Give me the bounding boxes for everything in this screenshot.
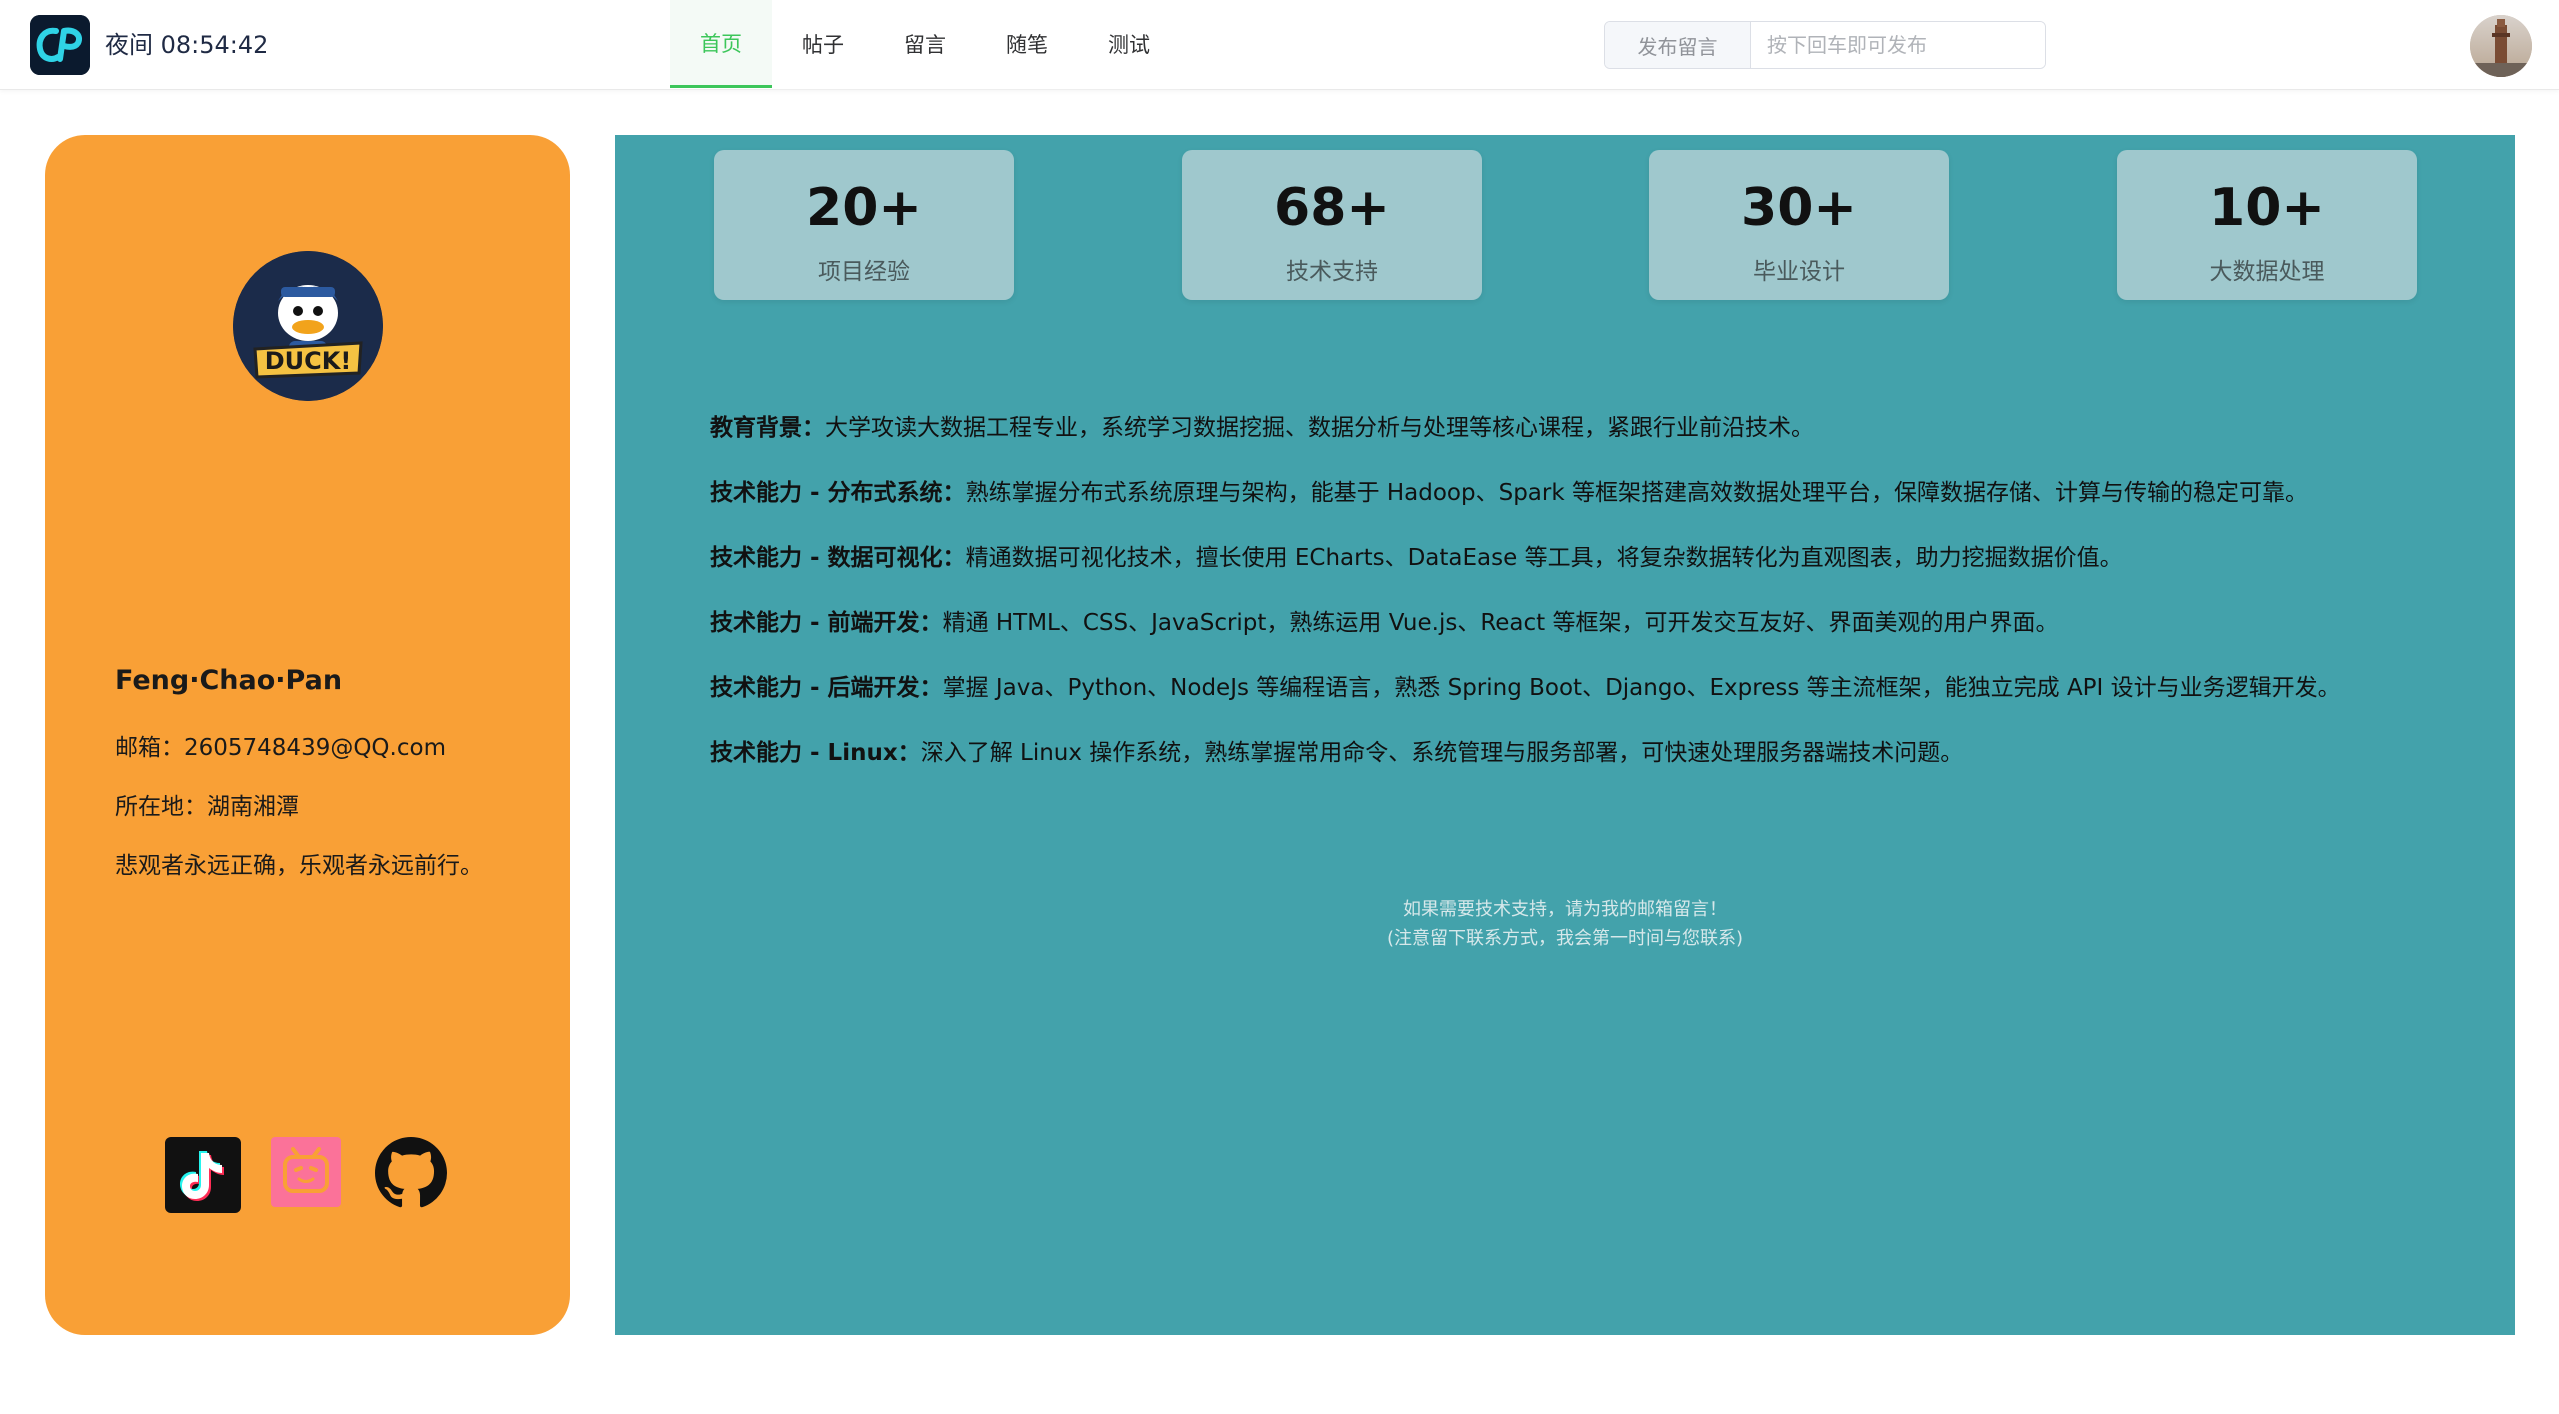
paragraph-frontend: 技术能力 - 前端开发：精通 HTML、CSS、JavaScript，熟练运用 …	[710, 607, 2490, 639]
donald-duck-avatar-icon: DUCK!	[233, 251, 383, 401]
nav-item-home[interactable]: 首页	[670, 0, 772, 88]
paragraph-text: 精通数据可视化技术，擅长使用 ECharts、DataEase 等工具，将复杂数…	[965, 545, 2123, 571]
paragraph-text: 熟练掌握分布式系统原理与架构，能基于 Hadoop、Spark 等框架搭建高效数…	[965, 480, 2308, 506]
stat-value: 68+	[1274, 178, 1390, 238]
paragraph-title: 技术能力 - 分布式系统：	[710, 480, 966, 506]
stat-value: 30+	[1741, 178, 1857, 238]
nav-item-test[interactable]: 测试	[1078, 0, 1180, 88]
tiktok-link[interactable]	[165, 1137, 241, 1213]
profile-location: 所在地：湖南湘潭	[115, 794, 299, 820]
github-link[interactable]	[375, 1137, 447, 1209]
bilibili-link[interactable]	[271, 1137, 341, 1207]
stat-card-support: 68+ 技术支持	[1182, 150, 1482, 300]
profile-email: 邮箱：2605748439@QQ.com	[115, 735, 446, 761]
stat-value: 10+	[2209, 178, 2325, 238]
top-header: 夜间 08:54:42 首页 帖子 留言 随笔 测试 发布留言	[0, 0, 2559, 90]
paragraph-title: 技术能力 - 后端开发：	[710, 675, 943, 701]
post-message-group: 发布留言	[1604, 21, 2046, 69]
info-panel: 20+ 项目经验 68+ 技术支持 30+ 毕业设计 10+ 大数据处理 教育背…	[615, 135, 2515, 1335]
paragraph-backend: 技术能力 - 后端开发：掌握 Java、Python、NodeJs 等编程语言，…	[710, 672, 2490, 704]
paragraph-visualization: 技术能力 - 数据可视化：精通数据可视化技术，擅长使用 ECharts、Data…	[710, 542, 2490, 574]
logo-icon[interactable]	[30, 15, 90, 75]
paragraph-text: 掌握 Java、Python、NodeJs 等编程语言，熟悉 Spring Bo…	[942, 675, 2341, 701]
stat-label: 大数据处理	[2209, 259, 2325, 285]
stat-label: 毕业设计	[1753, 259, 1845, 285]
tiktok-icon	[165, 1137, 241, 1213]
post-message-label: 发布留言	[1605, 22, 1751, 68]
paragraph-linux: 技术能力 - Linux：深入了解 Linux 操作系统，熟练掌握常用命令、系统…	[710, 737, 2490, 769]
profile-motto: 悲观者永远正确，乐观者永远前行。	[115, 853, 483, 879]
profile-name: Feng·Chao·Pan	[115, 665, 343, 696]
paragraph-title: 技术能力 - 前端开发：	[710, 610, 943, 636]
paragraph-title: 技术能力 - 数据可视化：	[710, 545, 966, 571]
post-message-input[interactable]	[1751, 22, 2045, 68]
duck-avatar-icon: DUCK!	[233, 251, 383, 401]
svg-text:DUCK!: DUCK!	[265, 347, 352, 375]
paragraph-distributed: 技术能力 - 分布式系统：熟练掌握分布式系统原理与架构，能基于 Hadoop、S…	[710, 477, 2490, 509]
paragraph-title: 技术能力 - Linux：	[710, 740, 921, 766]
stat-card-bigdata: 10+ 大数据处理	[2117, 150, 2417, 300]
profile-card: DUCK! Feng·Chao·Pan 邮箱：2605748439@QQ.com…	[45, 135, 570, 1335]
support-note-line1: 如果需要技术支持，请为我的邮箱留言！	[1403, 899, 1727, 920]
github-icon	[375, 1137, 447, 1208]
bilibili-icon	[271, 1137, 341, 1207]
paragraph-title: 教育背景：	[710, 415, 825, 441]
user-avatar[interactable]	[2470, 15, 2532, 77]
paragraph-education: 教育背景：大学攻读大数据工程专业，系统学习数据挖掘、数据分析与处理等核心课程，紧…	[710, 412, 2490, 444]
nav-item-posts[interactable]: 帖子	[772, 0, 874, 88]
paragraph-text: 大学攻读大数据工程专业，系统学习数据挖掘、数据分析与处理等核心课程，紧跟行业前沿…	[825, 415, 1814, 441]
tower-photo-icon	[2470, 15, 2532, 77]
nav-item-messages[interactable]: 留言	[874, 0, 976, 88]
support-note-line2: (注意留下联系方式，我会第一时间与您联系)	[1386, 928, 1744, 949]
nav-item-essays[interactable]: 随笔	[976, 0, 1078, 88]
clock-text: 夜间 08:54:42	[105, 31, 269, 59]
main-nav: 首页 帖子 留言 随笔 测试	[670, 0, 1180, 90]
paragraph-text: 精通 HTML、CSS、JavaScript，熟练运用 Vue.js、React…	[942, 610, 2059, 636]
stat-label: 技术支持	[1286, 259, 1378, 285]
stat-value: 20+	[806, 178, 922, 238]
stat-card-graduation: 30+ 毕业设计	[1649, 150, 1949, 300]
stat-label: 项目经验	[818, 259, 910, 285]
cp-logo-icon	[30, 15, 90, 75]
paragraph-text: 深入了解 Linux 操作系统，熟练掌握常用命令、系统管理与服务部署，可快速处理…	[920, 740, 1964, 766]
stat-card-projects: 20+ 项目经验	[714, 150, 1014, 300]
